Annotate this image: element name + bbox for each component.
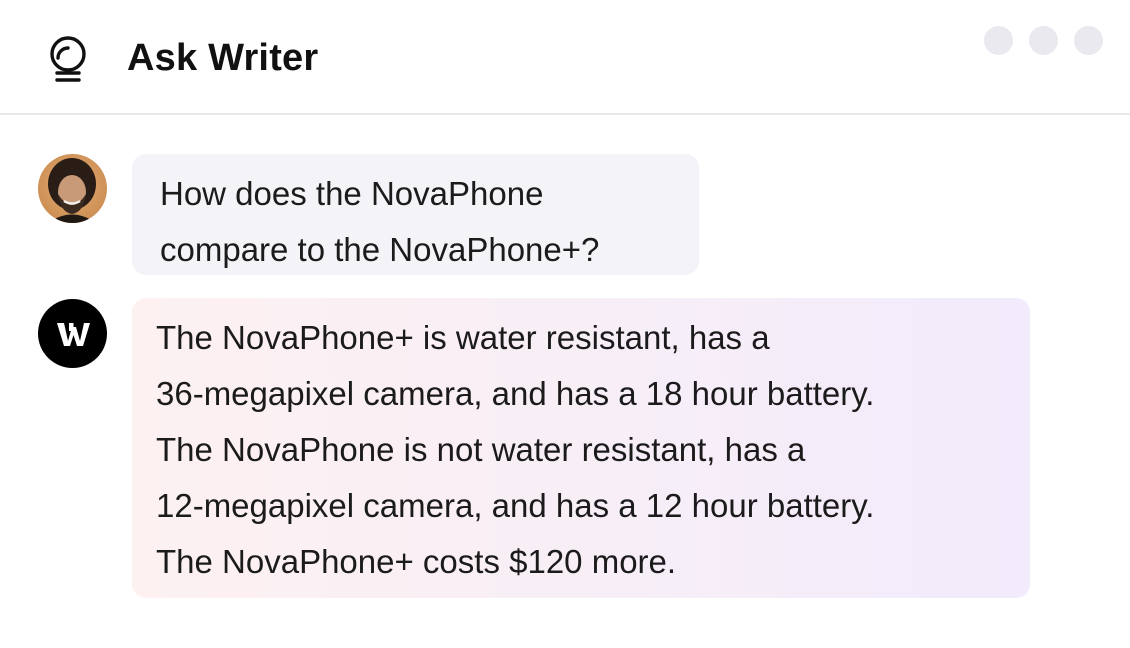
assistant-message-line: 12-megapixel camera, and has a 12 hour b… [156,487,875,524]
ask-bulb-icon [50,36,86,82]
ask-writer-window: Ask Writer How does the NovaPhone compar [0,0,1130,648]
menu-dot[interactable] [984,26,1013,55]
user-message-line: How does the NovaPhone [160,175,544,212]
header: Ask Writer [0,0,1130,115]
assistant-message-line: The NovaPhone+ costs $120 more. [156,543,677,580]
user-avatar [38,154,107,223]
page-title: Ask Writer [127,37,319,79]
user-message-bubble: How does the NovaPhone compare to the No… [132,154,699,275]
menu-dot[interactable] [1029,26,1058,55]
assistant-message-bubble: The NovaPhone+ is water resistant, has a… [132,298,1030,598]
assistant-message-line: The NovaPhone is not water resistant, ha… [156,431,806,468]
user-photo-icon [38,154,107,223]
menu-dot[interactable] [1074,26,1103,55]
assistant-message-line: The NovaPhone+ is water resistant, has a [156,319,770,356]
user-message-line: compare to the NovaPhone+? [160,231,600,268]
writer-logo-icon [57,323,90,346]
writer-avatar [38,299,107,368]
more-dots-icon[interactable] [984,26,1103,55]
assistant-message-line: 36-megapixel camera, and has a 18 hour b… [156,375,875,412]
